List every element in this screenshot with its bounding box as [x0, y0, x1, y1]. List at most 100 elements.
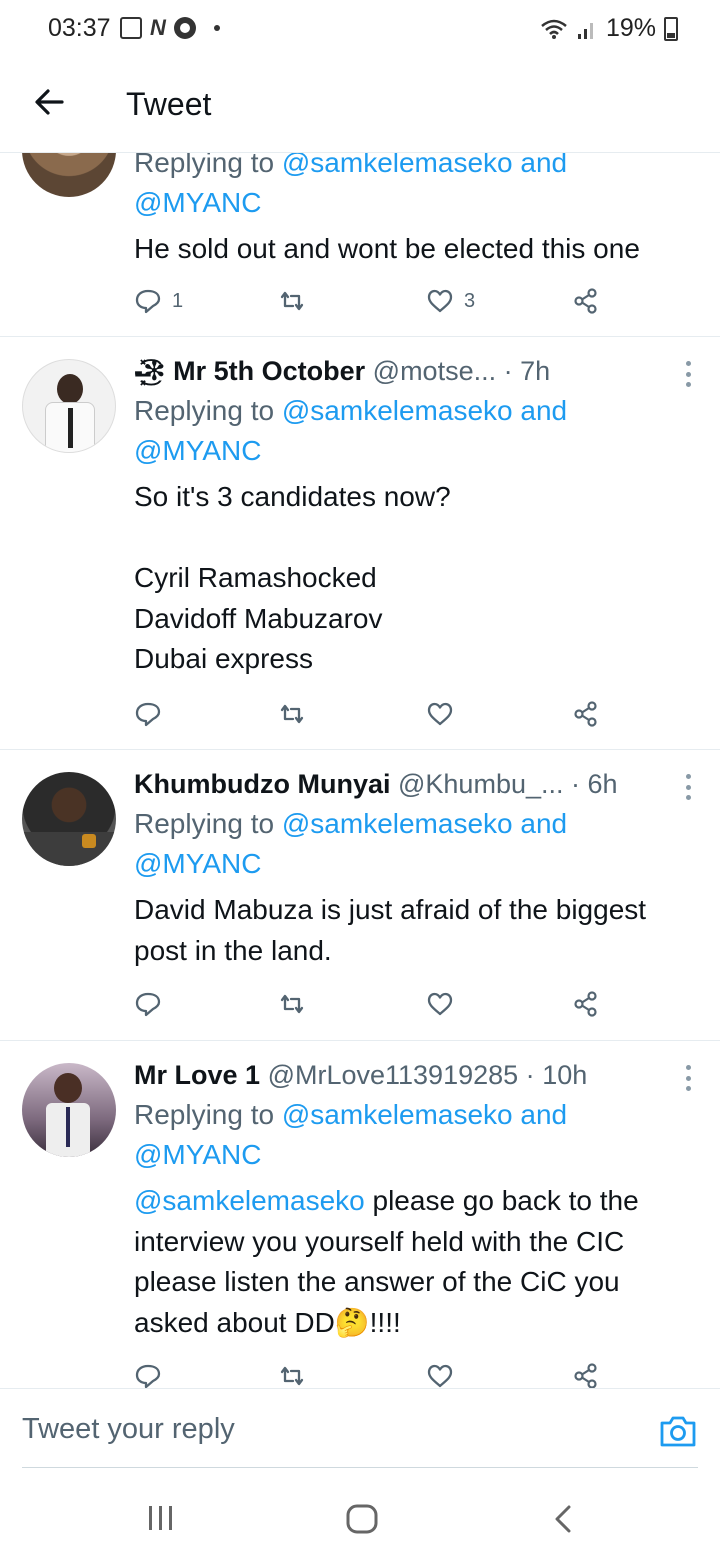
reply-button[interactable]	[134, 697, 162, 731]
retweet-icon	[280, 291, 304, 311]
top-app-bar: Tweet	[0, 60, 720, 153]
mention-link[interactable]: @samkelemaseko	[282, 153, 513, 178]
tweet-reply[interactable]: Mr Love 1 @MrLove113919285 · 10h Replyin…	[0, 1041, 720, 1388]
share-icon	[574, 288, 597, 314]
avatar-figure	[57, 374, 83, 404]
back-nav-button[interactable]	[552, 1504, 574, 1539]
retweet-icon	[280, 994, 304, 1014]
back-button[interactable]	[30, 82, 70, 122]
camera-button[interactable]	[658, 1413, 698, 1449]
tweet-actions	[134, 1359, 614, 1388]
retweet-button[interactable]	[278, 284, 306, 318]
avatar[interactable]	[22, 1063, 116, 1157]
system-icons: 19%	[540, 14, 678, 43]
tweet-content: -̶͓̽͜͡✻ Mr 5th October @motse... · 7h Re…	[134, 353, 700, 680]
signal-icon	[577, 22, 593, 39]
tweet-text: He sold out and wont be elected this one	[134, 233, 640, 264]
reply-icon	[135, 992, 161, 1017]
reply-icon	[135, 702, 161, 727]
recents-icon	[149, 1506, 172, 1530]
like-icon	[427, 702, 453, 726]
avatar-figure	[54, 1073, 82, 1103]
home-button[interactable]	[346, 1504, 378, 1539]
tweet-header: Khumbudzo Munyai @Khumbu_... · 6h	[134, 769, 618, 799]
tweet-text: So it's 3 candidates now? Cyril Ramashoc…	[134, 481, 451, 674]
like-icon	[427, 992, 453, 1016]
mention-link[interactable]: @MYANC	[134, 848, 261, 879]
home-icon	[346, 1504, 378, 1534]
mention-link[interactable]: @samkelemaseko	[282, 1099, 513, 1130]
like-icon	[427, 289, 453, 313]
like-button[interactable]	[426, 1359, 454, 1388]
user-handle[interactable]: @Khumbu_...	[398, 769, 564, 799]
share-button[interactable]	[572, 987, 600, 1021]
replying-to: Replying to @samkelemaseko and @MYANC	[134, 395, 568, 466]
tweet-header: -̶͓̽͜͡✻ Mr 5th October @motse... · 7h	[134, 356, 551, 386]
tweet-time[interactable]: 10h	[542, 1060, 587, 1090]
retweet-button[interactable]	[278, 987, 306, 1021]
mention-link[interactable]: @samkelemaseko	[282, 395, 513, 426]
avatar[interactable]	[22, 772, 116, 866]
tweet-time[interactable]: 7h	[520, 356, 550, 386]
gallery-icon	[120, 17, 142, 39]
reply-input[interactable]	[22, 1403, 622, 1455]
like-count: 3	[464, 289, 476, 312]
mention-link[interactable]: @samkelemaseko	[282, 808, 513, 839]
avatar[interactable]	[22, 359, 116, 453]
tweet-content: Mr Love 1 @MrLove113919285 · 10h Replyin…	[134, 1057, 700, 1343]
like-button[interactable]: 3	[426, 284, 475, 318]
tweet-reply[interactable]: Replying to @samkelemaseko and @MYANC He…	[0, 153, 720, 337]
tweet-text: David Mabuza is just afraid of the bigge…	[134, 894, 647, 966]
share-icon	[574, 991, 597, 1017]
tweet-reply[interactable]: Khumbudzo Munyai @Khumbu_... · 6h Replyi…	[0, 750, 720, 1041]
user-handle[interactable]: @motse...	[373, 356, 496, 386]
share-button[interactable]	[572, 1359, 600, 1388]
reply-icon	[135, 289, 161, 314]
tweet-actions	[134, 697, 614, 731]
replying-to: Replying to @samkelemaseko and @MYANC	[134, 808, 568, 879]
page-title: Tweet	[126, 86, 212, 122]
tweet-replies-list[interactable]: Replying to @samkelemaseko and @MYANC He…	[0, 153, 720, 1388]
reply-icon	[135, 1364, 161, 1388]
netflix-icon: N	[150, 15, 166, 40]
like-icon	[427, 1364, 453, 1388]
back-arrow-icon	[35, 89, 64, 115]
tweet-text: @samkelemaseko please go back to the int…	[134, 1185, 639, 1338]
mention-link[interactable]: @MYANC	[134, 187, 261, 218]
reply-button[interactable]	[134, 987, 162, 1021]
more-options-button[interactable]	[686, 361, 696, 387]
display-name[interactable]: -̶͓̽͜͡✻ Mr 5th October	[134, 356, 365, 386]
battery-icon	[664, 16, 678, 41]
user-handle[interactable]: @MrLove113919285	[268, 1060, 519, 1090]
share-button[interactable]	[572, 697, 600, 731]
mention-link[interactable]: @MYANC	[134, 435, 261, 466]
tweet-reply[interactable]: -̶͓̽͜͡✻ Mr 5th October @motse... · 7h Re…	[0, 337, 720, 750]
mention-link[interactable]: @samkelemaseko	[134, 1185, 365, 1216]
like-button[interactable]	[426, 987, 454, 1021]
wifi-icon	[541, 19, 567, 39]
like-button[interactable]	[426, 697, 454, 731]
retweet-button[interactable]	[278, 1359, 306, 1388]
retweet-button[interactable]	[278, 697, 306, 731]
mention-link[interactable]: @MYANC	[134, 1139, 261, 1170]
avatar[interactable]	[22, 153, 116, 197]
reply-button[interactable]	[134, 1359, 162, 1388]
share-button[interactable]	[572, 284, 600, 318]
notification-icons: N	[120, 17, 220, 39]
status-time: 03:37	[48, 14, 111, 42]
status-bar: 03:37 N 19%	[0, 0, 720, 60]
more-options-button[interactable]	[686, 774, 696, 800]
chevron-left-icon	[555, 1505, 571, 1533]
display-name[interactable]: Mr Love 1	[134, 1060, 260, 1090]
tweet-time[interactable]: 6h	[588, 769, 618, 799]
reply-count: 1	[172, 289, 184, 312]
reply-button[interactable]: 1	[134, 284, 183, 318]
recents-button[interactable]	[146, 1504, 176, 1537]
tweet-actions: 1 3	[134, 284, 614, 318]
share-icon	[574, 1363, 597, 1388]
display-name[interactable]: Khumbudzo Munyai	[134, 769, 390, 799]
system-navigation-bar	[0, 1468, 720, 1560]
tweet-content: Replying to @samkelemaseko and @MYANC He…	[134, 153, 700, 270]
reply-composer	[0, 1388, 720, 1468]
more-options-button[interactable]	[686, 1065, 696, 1091]
